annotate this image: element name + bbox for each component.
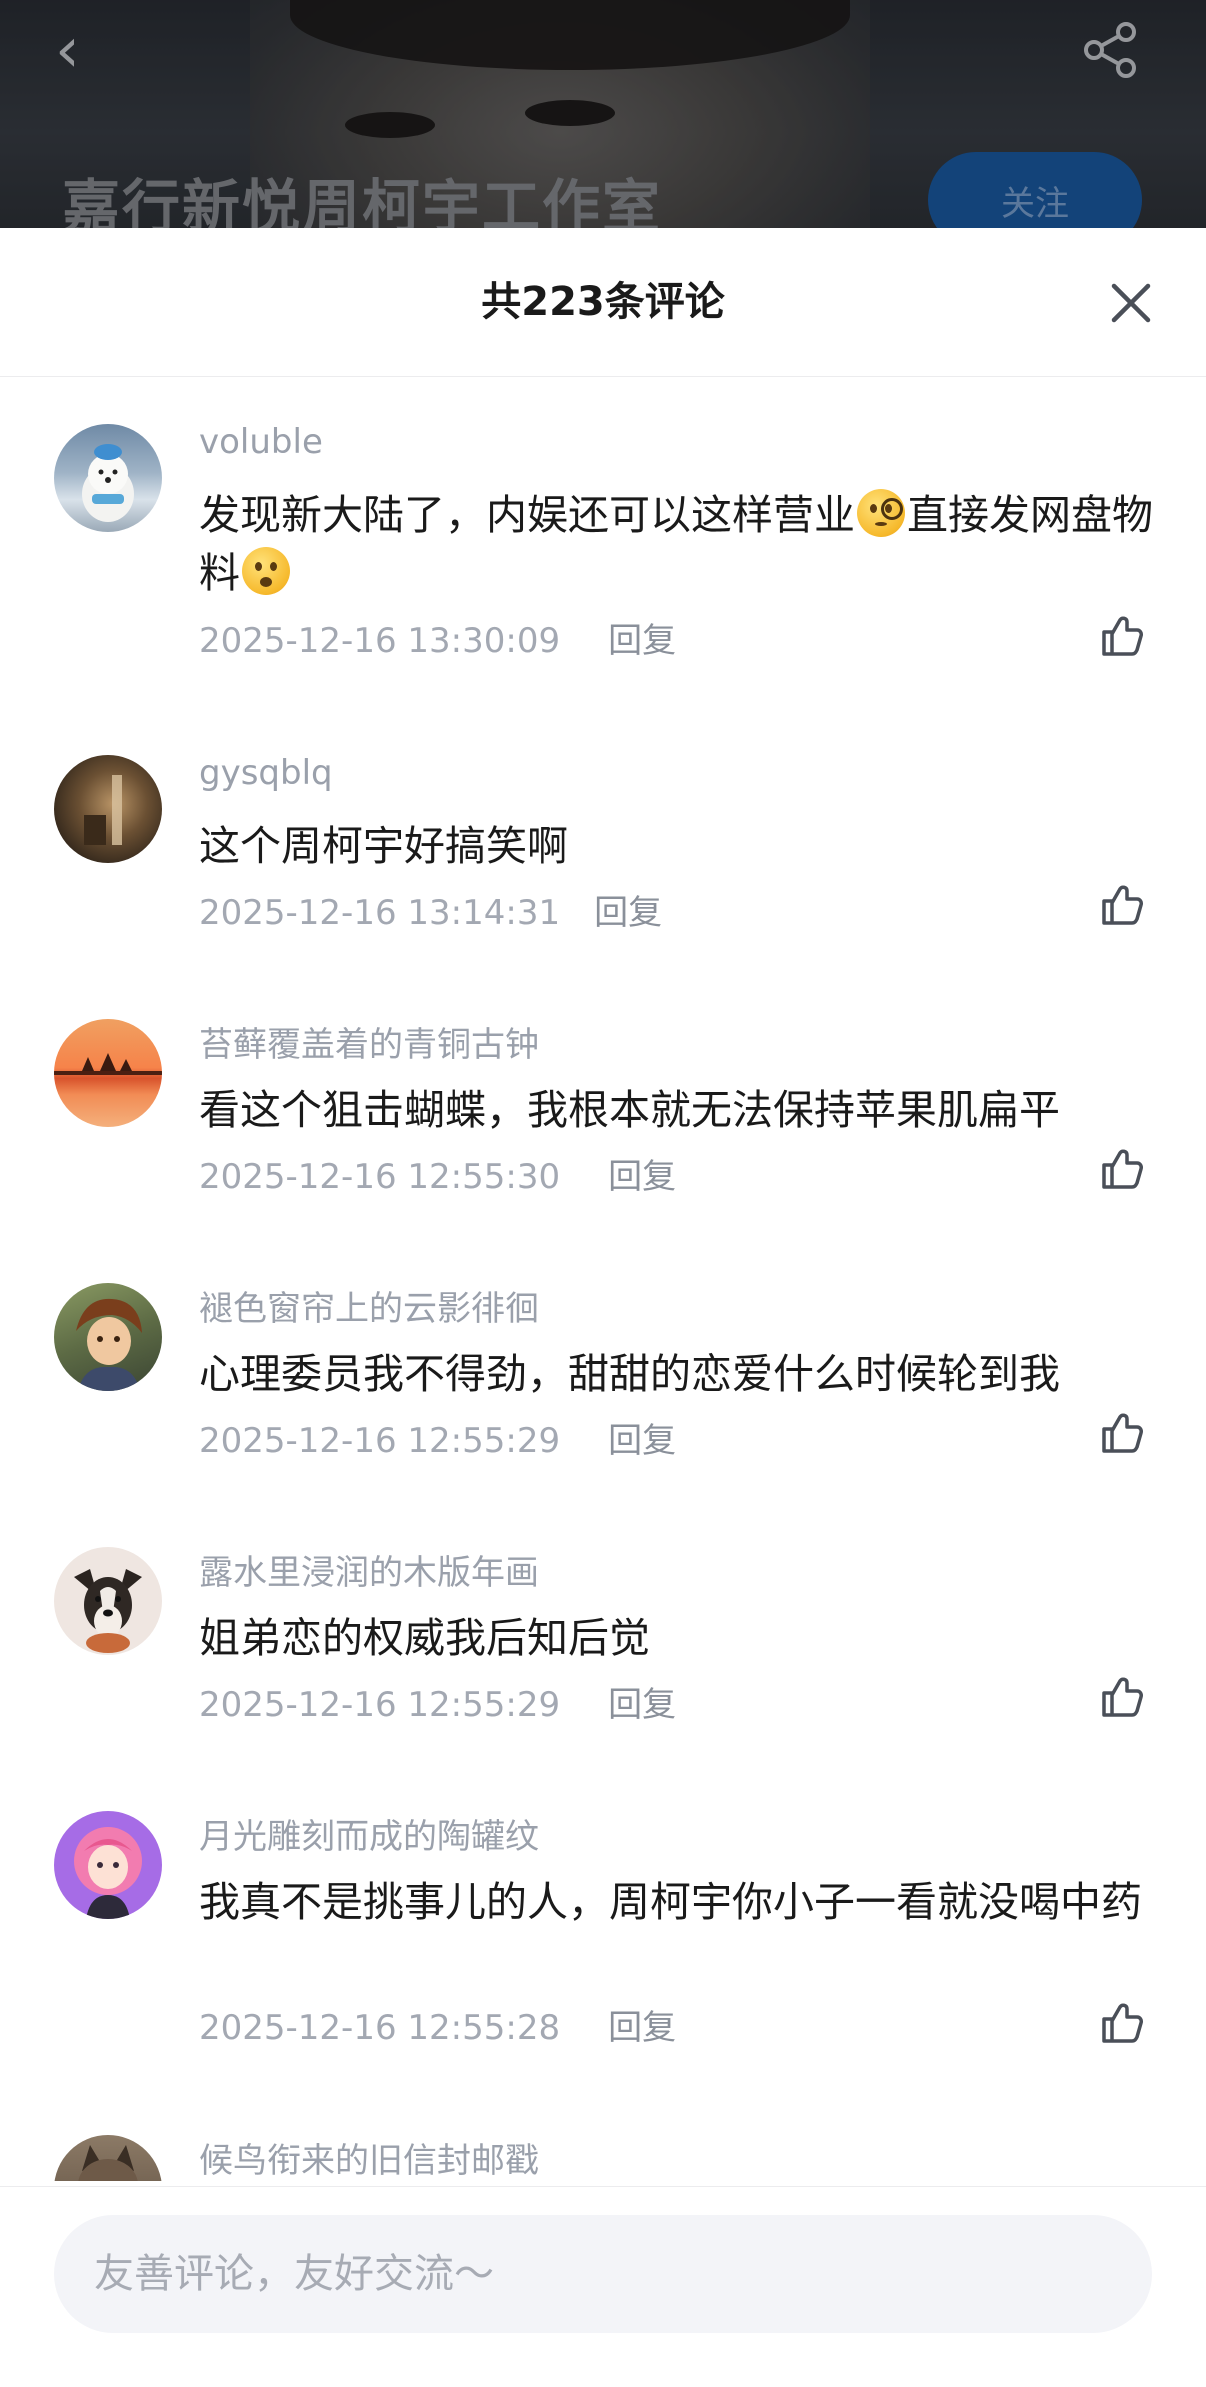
reply-button[interactable]: 回复 xyxy=(608,1413,676,1462)
reply-button[interactable]: 回复 xyxy=(608,1149,676,1198)
comment-input-bar xyxy=(0,2186,1206,2387)
user-avatar[interactable] xyxy=(54,1019,162,1127)
comment-username[interactable]: 露水里浸润的木版年画 xyxy=(199,1545,539,1594)
comment-username[interactable]: gysqblq xyxy=(199,753,333,793)
anime-boy-avatar-image xyxy=(76,1298,142,1391)
comments-count-title: 共223条评论 xyxy=(481,279,725,325)
reply-button[interactable]: 回复 xyxy=(608,1677,676,1726)
comment-text: 心理委员我不得劲，甜甜的恋爱什么时候轮到我 xyxy=(199,1350,1060,1398)
close-icon[interactable] xyxy=(1108,280,1154,326)
comment-text: 姐弟恋的权威我后知后觉 xyxy=(199,1614,650,1662)
user-avatar[interactable] xyxy=(54,424,162,532)
reply-button[interactable]: 回复 xyxy=(594,885,662,934)
comment-meta: 2025-12-16 13:14:31 回复 xyxy=(199,885,662,934)
comment-username[interactable]: 褪色窗帘上的云影徘徊 xyxy=(199,1281,539,1330)
reply-button[interactable]: 回复 xyxy=(608,613,676,662)
background-profile-header: ‹ 嘉行新悦周柯宇工作室 关注 xyxy=(0,0,1206,240)
comment-username[interactable]: 苔藓覆盖着的青铜古钟 xyxy=(199,1017,539,1066)
overlay-dim xyxy=(0,0,1206,240)
comments-sheet: 共223条评论 voluble 发现新大陆了，内娱还可以这样营业直接发网盘物料 xyxy=(0,228,1206,2386)
monocle-face-emoji xyxy=(857,489,905,537)
astonished-face-emoji xyxy=(242,547,290,595)
sunset-avatar-image xyxy=(54,1053,162,1075)
comment-text: 我真不是挑事儿的人，周柯宇你小子一看就没喝中药 xyxy=(199,1878,1142,1926)
comment-meta: 2025-12-16 12:55:29 回复 xyxy=(199,1677,676,1726)
comment-text: 发现新大陆了，内娱还可以这样营业 直接发网盘物料 xyxy=(199,486,1159,602)
comment-timestamp: 2025-12-16 12:55:28 xyxy=(199,2008,561,2048)
pink-cartoon-avatar-image xyxy=(74,1827,142,1919)
white-dog-avatar-image xyxy=(82,444,134,522)
user-avatar[interactable] xyxy=(54,1547,162,1655)
comment-username[interactable]: voluble xyxy=(199,422,323,462)
user-avatar[interactable] xyxy=(54,755,162,863)
comment-username[interactable]: 月光雕刻而成的陶罐纹 xyxy=(199,1809,539,1858)
thumbs-up-icon[interactable] xyxy=(1098,1145,1146,1193)
comments-sheet-header: 共223条评论 xyxy=(0,228,1206,377)
user-avatar[interactable] xyxy=(54,1283,162,1391)
comment-input[interactable] xyxy=(54,2215,1152,2333)
comment-meta: 2025-12-16 13:30:09 回复 xyxy=(199,613,676,662)
user-avatar[interactable] xyxy=(54,2135,162,2181)
thumbs-up-icon[interactable] xyxy=(1098,1673,1146,1721)
comment-list[interactable]: voluble 发现新大陆了，内娱还可以这样营业 直接发网盘物料 2025-12-… xyxy=(0,377,1206,2181)
user-avatar[interactable] xyxy=(54,1811,162,1919)
thumbs-up-icon[interactable] xyxy=(1098,1999,1146,2047)
comment-meta: 2025-12-16 12:55:28 回复 xyxy=(199,2000,676,2049)
comment-timestamp: 2025-12-16 12:55:30 xyxy=(199,1157,561,1197)
reply-button[interactable]: 回复 xyxy=(608,2000,676,2049)
comment-timestamp: 2025-12-16 12:55:29 xyxy=(199,1685,561,1725)
dog-avatar-image xyxy=(74,1569,142,1653)
comment-timestamp: 2025-12-16 12:55:29 xyxy=(199,1421,561,1461)
comment-text: 这个周柯宇好搞笑啊 xyxy=(199,822,568,870)
comment-timestamp: 2025-12-16 13:30:09 xyxy=(199,621,561,661)
thumbs-up-icon[interactable] xyxy=(1098,612,1146,660)
thumbs-up-icon[interactable] xyxy=(1098,1409,1146,1457)
comment-timestamp: 2025-12-16 13:14:31 xyxy=(199,893,561,933)
comment-text: 看这个狙击蝴蝶，我根本就无法保持苹果肌扁平 xyxy=(199,1086,1060,1134)
comment-meta: 2025-12-16 12:55:30 回复 xyxy=(199,1149,676,1198)
cat-avatar-image xyxy=(78,2145,138,2181)
thumbs-up-icon[interactable] xyxy=(1098,881,1146,929)
comment-meta: 2025-12-16 12:55:29 回复 xyxy=(199,1413,676,1462)
dark-room-avatar-image xyxy=(84,775,122,845)
comment-text-part: 发现新大陆了，内娱还可以这样营业 xyxy=(199,491,855,539)
comment-username[interactable]: 候鸟衔来的旧信封邮戳 xyxy=(199,2133,539,2181)
